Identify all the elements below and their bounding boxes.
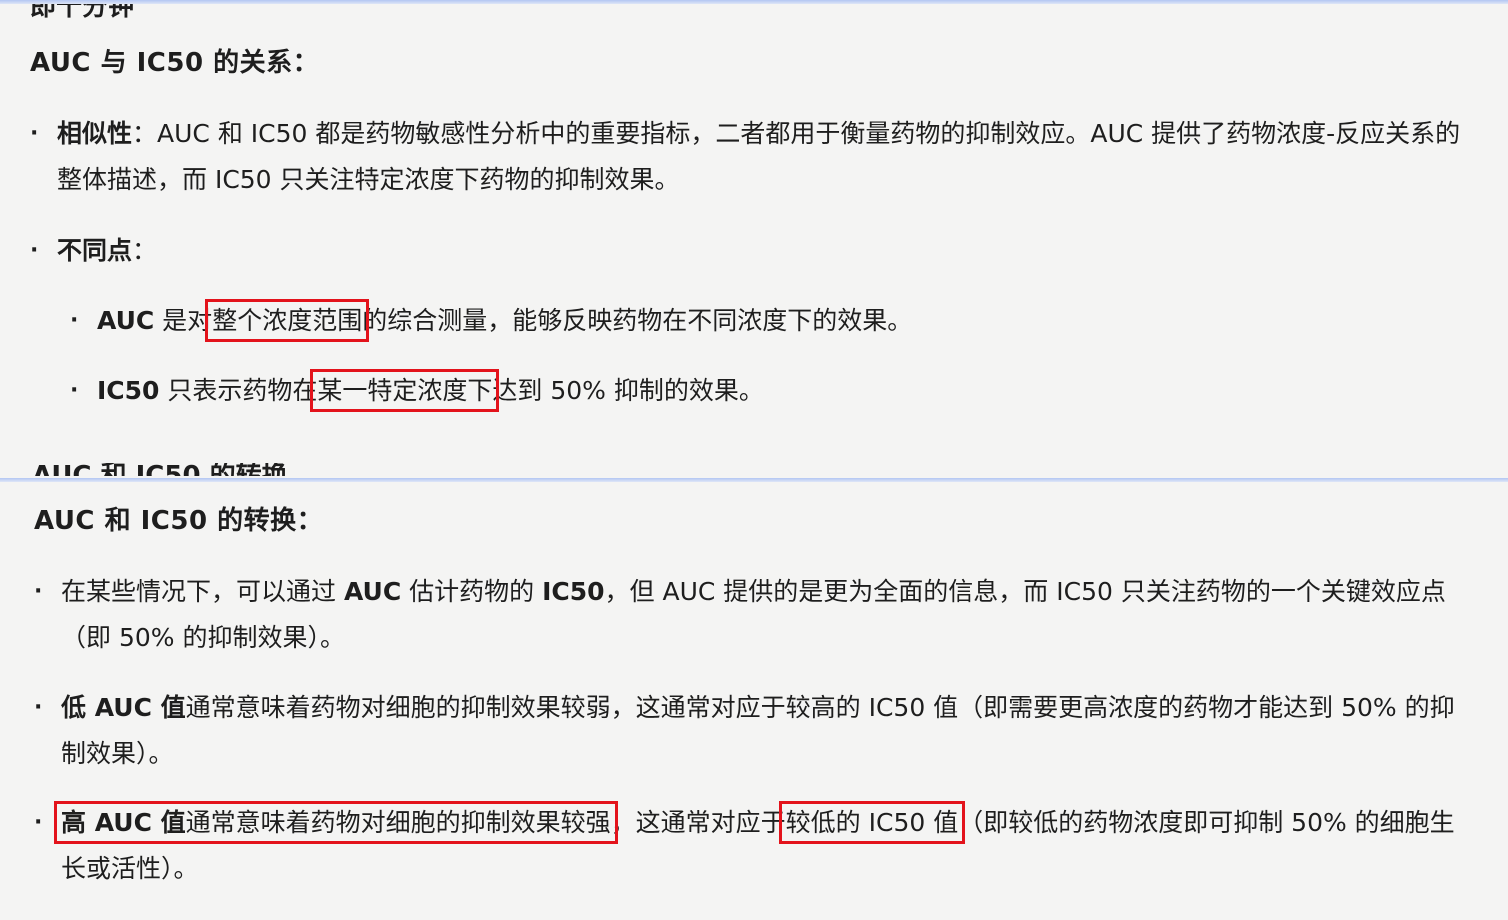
low-auc-label: 低 AUC 值 (61, 693, 186, 722)
bullet-dot: · (70, 308, 79, 333)
highlight-box-specific: 某一特定浓度下 (310, 369, 500, 412)
differences-bullet: · 不同点： (30, 228, 157, 274)
highlight-box-low-ic50: 较低的 IC50 值 (778, 801, 966, 844)
bullet-dot: · (30, 121, 39, 146)
bullet-dot: · (34, 695, 43, 720)
similarity-bullet: · 相似性：AUC 和 IC50 都是药物敏感性分析中的重要指标，二者都用于衡量… (30, 111, 1480, 203)
clipped-next-heading: AUC 和 IC50 的转换 (32, 463, 288, 476)
auc-difference-bullet: · AUC 是对整个浓度范围的综合测量，能够反映药物在不同浓度下的效果。 (70, 298, 912, 344)
top-screenshot-panel: 即十分钟 AUC 与 IC50 的关系： · 相似性：AUC 和 IC50 都是… (0, 0, 1508, 478)
bottom-screenshot-panel: AUC 和 IC50 的转换： · 在某些情况下，可以通过 AUC 估计药物的 … (0, 478, 1508, 920)
relation-heading: AUC 与 IC50 的关系： (30, 48, 320, 78)
bullet-dot: · (30, 238, 39, 263)
bullet-dot: · (70, 378, 79, 403)
ic50-label: IC50 (97, 376, 160, 405)
top-divider (0, 0, 1508, 4)
estimate-bullet: · 在某些情况下，可以通过 AUC 估计药物的 IC50，但 AUC 提供的是更… (34, 569, 1479, 661)
differences-label: 不同点 (57, 236, 133, 265)
conversion-heading: AUC 和 IC50 的转换： (34, 506, 324, 536)
highlight-box-high-auc: 高 AUC 值通常意味着药物对细胞的抑制效果较强 (54, 801, 618, 844)
similarity-label: 相似性 (57, 119, 133, 148)
similarity-text: 相似性：AUC 和 IC50 都是药物敏感性分析中的重要指标，二者都用于衡量药物… (57, 119, 1461, 194)
high-auc-bullet: · 高 AUC 值通常意味着药物对细胞的抑制效果较强，这通常对应于较低的 IC5… (34, 800, 1479, 892)
bullet-dot: · (34, 579, 43, 604)
low-auc-bullet: · 低 AUC 值通常意味着药物对细胞的抑制效果较弱，这通常对应于较高的 IC5… (34, 685, 1479, 777)
auc-label: AUC (97, 306, 155, 335)
bullet-dot: · (34, 810, 43, 835)
highlight-box-range: 整个浓度范围 (205, 299, 370, 342)
ic50-difference-bullet: · IC50 只表示药物在某一特定浓度下达到 50% 抑制的效果。 (70, 368, 764, 414)
bottom-divider (0, 478, 1508, 482)
